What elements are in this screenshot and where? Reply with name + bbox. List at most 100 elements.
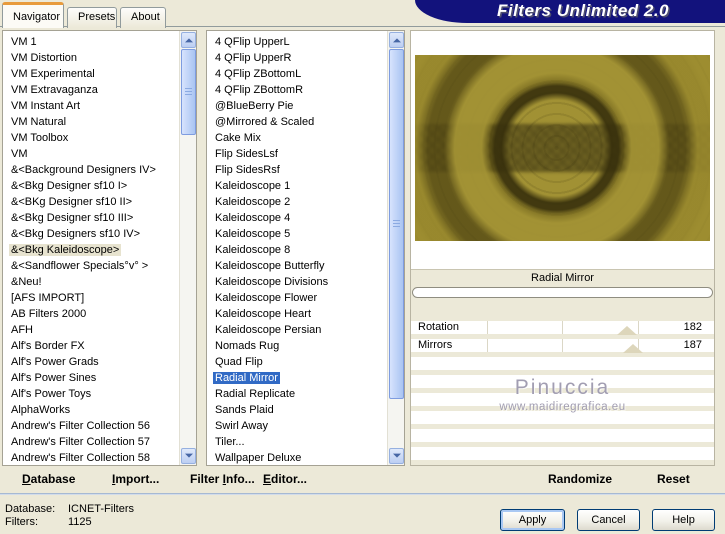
scroll-down-icon[interactable]	[389, 448, 404, 464]
list-item[interactable]: Andrew's Filter Collection 56	[9, 418, 179, 434]
list-item[interactable]: Tiler...	[213, 434, 387, 450]
list-item[interactable]: AB Filters 2000	[9, 306, 179, 322]
scroll-thumb[interactable]	[389, 49, 404, 399]
list-item[interactable]: Alf's Power Toys	[9, 386, 179, 402]
list-item[interactable]: Alf's Power Sines	[9, 370, 179, 386]
help-button[interactable]: Help	[652, 509, 715, 531]
progress-bar	[412, 287, 713, 298]
slider-value: 182	[683, 321, 702, 333]
list-item[interactable]: 4 QFlip ZBottomL	[213, 66, 387, 82]
editor-button[interactable]: Editor...	[263, 472, 307, 486]
list-item[interactable]: VM Toolbox	[9, 130, 179, 146]
list-item[interactable]: Andrew's Filter Collection 57	[9, 434, 179, 450]
slider-label: Rotation	[418, 321, 459, 333]
list-item[interactable]: 4 QFlip UpperL	[213, 34, 387, 50]
list-item[interactable]: @BlueBerry Pie	[213, 98, 387, 114]
tab-navigator[interactable]: Navigator	[2, 2, 64, 28]
list-item[interactable]: &<Bkg Designer sf10 III>	[9, 210, 179, 226]
list-item[interactable]: &<Bkg Designer sf10 I>	[9, 178, 179, 194]
list-item[interactable]: &<Sandflower Specials°v° >	[9, 258, 179, 274]
list-item[interactable]: Kaleidoscope 4	[213, 210, 387, 226]
scroll-thumb[interactable]	[181, 49, 196, 135]
list-item[interactable]: VM Instant Art	[9, 98, 179, 114]
scroll-down-icon[interactable]	[181, 448, 196, 464]
list-item[interactable]: Kaleidoscope 5	[213, 226, 387, 242]
list-item[interactable]: VM Natural	[9, 114, 179, 130]
empty-slider-rows	[411, 357, 714, 465]
title-banner: Filters Unlimited 2.0	[415, 0, 725, 23]
list-item[interactable]: Kaleidoscope 8	[213, 242, 387, 258]
database-value: ICNET-Filters	[68, 503, 134, 515]
category-list: VM 1 VM Distortion VM Experimental VM Extra…	[4, 32, 179, 464]
filter-listbox: 4 QFlip UpperL 4 QFlip UpperR 4 QFlip ZBot…	[206, 30, 405, 466]
filter-scrollbar[interactable]	[387, 31, 404, 465]
list-item[interactable]: Cake Mix	[213, 130, 387, 146]
randomize-button[interactable]: Randomize	[548, 472, 612, 486]
app-title: Filters Unlimited 2.0	[496, 1, 670, 20]
list-item[interactable]: Kaleidoscope 2	[213, 194, 387, 210]
list-item[interactable]: VM Experimental	[9, 66, 179, 82]
category-scrollbar[interactable]	[179, 31, 196, 465]
scroll-up-icon[interactable]	[181, 32, 196, 48]
list-item[interactable]: Quad Flip	[213, 354, 387, 370]
filter-info-button[interactable]: Filter Info...	[190, 472, 255, 486]
parameter-slider[interactable]: Mirrors 187	[411, 339, 714, 353]
list-item[interactable]: Andrew's Filter Collection 58	[9, 450, 179, 464]
reset-button[interactable]: Reset	[657, 472, 690, 486]
category-listbox: VM 1 VM Distortion VM Experimental VM Extra…	[2, 30, 197, 466]
slider-thumb-icon[interactable]	[617, 326, 638, 335]
list-item[interactable]: AlphaWorks	[9, 402, 179, 418]
list-item[interactable]: Kaleidoscope Divisions	[213, 274, 387, 290]
tab-presets[interactable]: Presets	[67, 7, 117, 28]
list-item[interactable]: VM Distortion	[9, 50, 179, 66]
list-item[interactable]: &<Background Designers IV>	[9, 162, 179, 178]
database-button[interactable]: Database	[22, 472, 75, 486]
preview-rings	[415, 55, 710, 241]
preview-image	[415, 55, 710, 241]
list-item[interactable]: Radial Mirror	[213, 370, 387, 386]
parameter-slider[interactable]: Rotation 182	[411, 321, 714, 335]
list-item[interactable]: Kaleidoscope Heart	[213, 306, 387, 322]
cancel-button[interactable]: Cancel	[577, 509, 640, 531]
list-item[interactable]: Flip SidesLsf	[213, 146, 387, 162]
slider-thumb-icon[interactable]	[623, 344, 644, 353]
list-item[interactable]: &<Bkg Designers sf10 IV>	[9, 226, 179, 242]
list-item[interactable]: 4 QFlip ZBottomR	[213, 82, 387, 98]
list-item[interactable]: Kaleidoscope Persian	[213, 322, 387, 338]
list-item[interactable]: 4 QFlip UpperR	[213, 50, 387, 66]
list-item[interactable]: VM	[9, 146, 179, 162]
import-button[interactable]: Import...	[112, 472, 159, 486]
list-item[interactable]: Radial Replicate	[213, 386, 387, 402]
list-item[interactable]: Kaleidoscope Flower	[213, 290, 387, 306]
list-item[interactable]: Wallpaper Deluxe	[213, 450, 387, 464]
list-item[interactable]: &<BKg Designer sf10 II>	[9, 194, 179, 210]
list-item[interactable]: &Neu!	[9, 274, 179, 290]
list-item[interactable]: Alf's Border FX	[9, 338, 179, 354]
preview-panel: Radial Mirror Rotation 182 Mirrors 187 P…	[410, 30, 715, 466]
list-item[interactable]: [AFS IMPORT]	[9, 290, 179, 306]
slider-label: Mirrors	[418, 339, 453, 351]
filters-label: Filters:	[5, 516, 38, 528]
list-item[interactable]: Alf's Power Grads	[9, 354, 179, 370]
list-item[interactable]: VM Extravaganza	[9, 82, 179, 98]
list-item[interactable]: Flip SidesRsf	[213, 162, 387, 178]
list-item[interactable]: Sands Plaid	[213, 402, 387, 418]
progress-track	[411, 286, 714, 301]
preview-box	[411, 31, 714, 269]
list-item[interactable]: AFH	[9, 322, 179, 338]
filters-value: 1125	[68, 516, 92, 528]
list-item[interactable]: &<Bkg Kaleidoscope>	[9, 242, 179, 258]
list-item[interactable]: Kaleidoscope 1	[213, 178, 387, 194]
list-item[interactable]: Swirl Away	[213, 418, 387, 434]
filter-list: 4 QFlip UpperL 4 QFlip UpperR 4 QFlip ZBot…	[208, 32, 387, 464]
list-item[interactable]: @Mirrored & Scaled	[213, 114, 387, 130]
list-item[interactable]: VM 1	[9, 34, 179, 50]
filter-name-header: Radial Mirror	[411, 269, 714, 286]
scroll-up-icon[interactable]	[389, 32, 404, 48]
database-label: Database:	[5, 503, 56, 515]
list-item[interactable]: Kaleidoscope Butterfly	[213, 258, 387, 274]
list-item[interactable]: Nomads Rug	[213, 338, 387, 354]
tab-about[interactable]: About	[120, 7, 166, 28]
apply-button[interactable]: Apply	[500, 509, 565, 531]
